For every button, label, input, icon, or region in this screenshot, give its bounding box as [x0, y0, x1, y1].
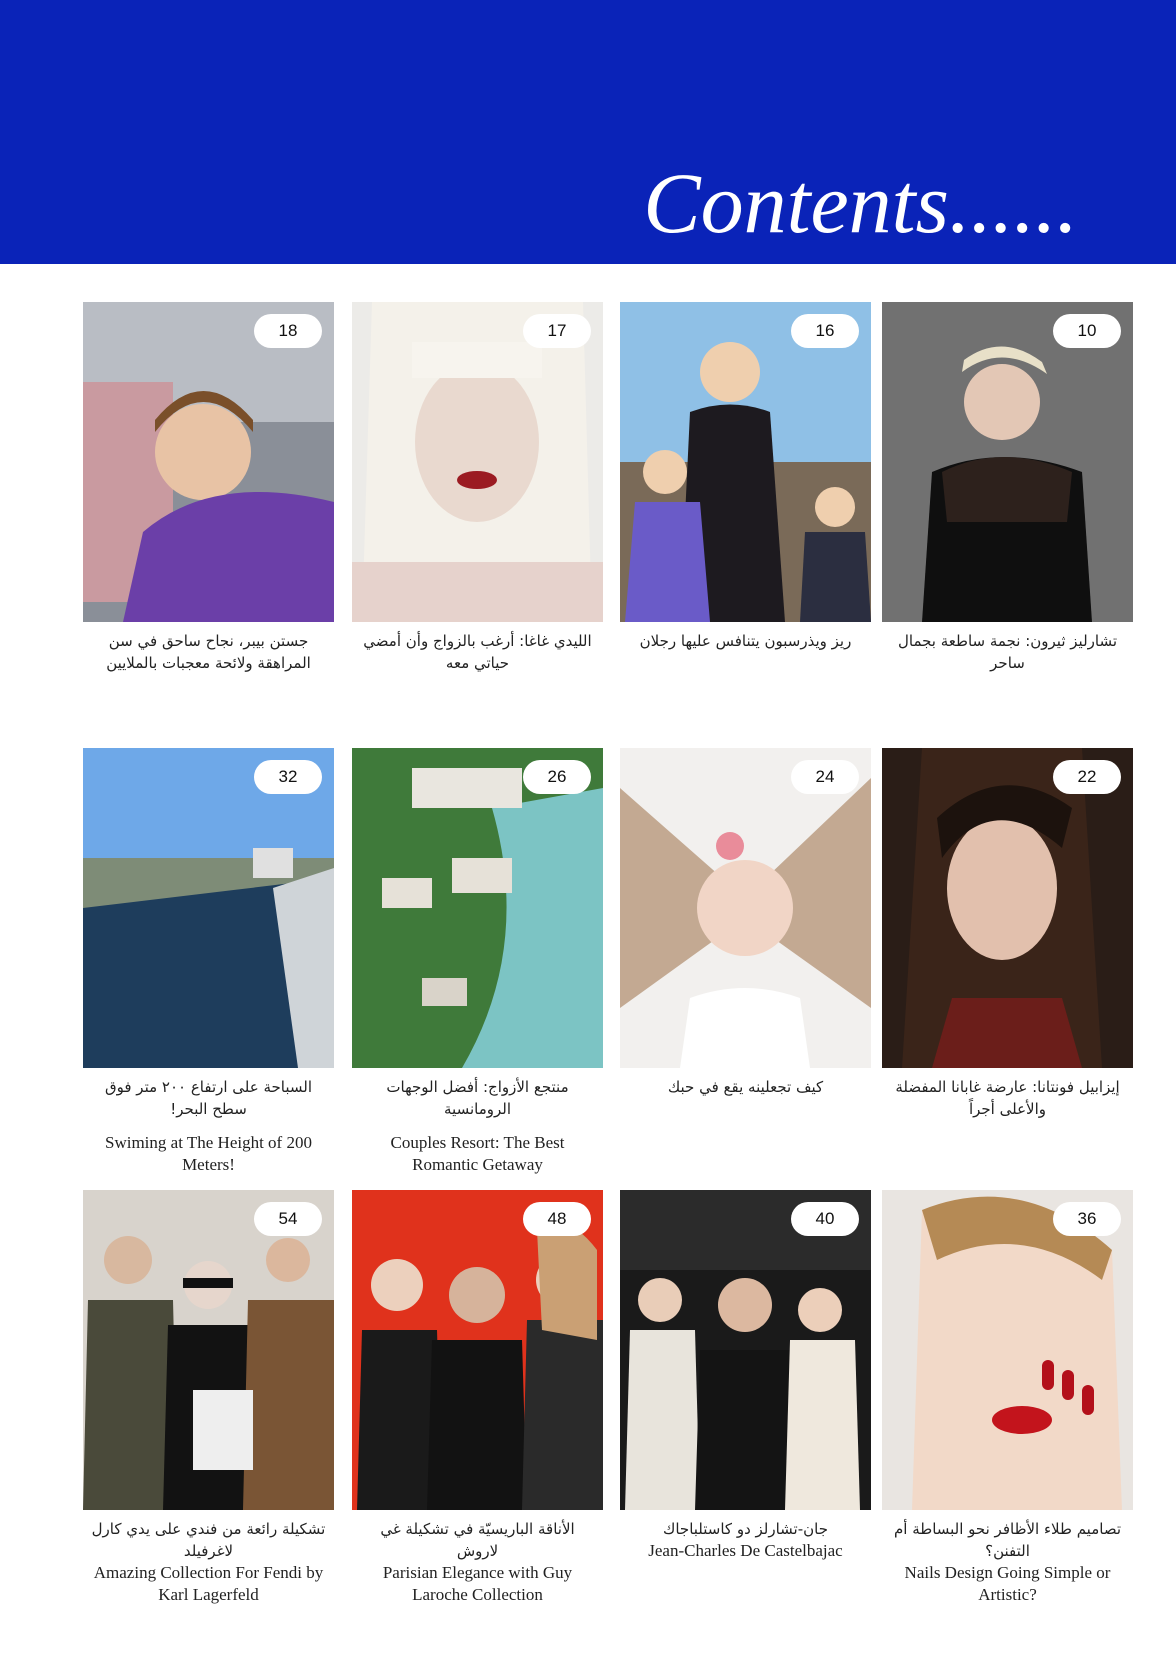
article-title-arabic: إيزابيل فونتانا: عارضة غابانا المفضلة وا…	[895, 1078, 1120, 1118]
page-number-badge: 10	[1053, 314, 1121, 348]
article-photo: 18	[83, 302, 334, 622]
page-number-badge: 36	[1053, 1202, 1121, 1236]
article-title-english: Jean-Charles De Castelbajac	[648, 1541, 843, 1560]
article-card[interactable]: 18 جستن بيبر، نجاح ساحق في سن المراهقة و…	[83, 302, 334, 674]
article-photo: 17	[352, 302, 603, 622]
article-title-arabic: جان-تشارلز دو كاستلباجاك	[662, 1520, 829, 1538]
article-title-english: Couples Resort: The Best Romantic Getawa…	[390, 1133, 565, 1174]
article-title-arabic: السباحة على ارتفاع ٢٠٠ متر فوق سطح البحر…	[104, 1078, 313, 1118]
page-number-badge: 22	[1053, 760, 1121, 794]
article-title-arabic: ريز ويذرسبون يتنافس عليها رجلان	[639, 632, 852, 650]
article-card[interactable]: 24 كيف تجعلينه يقع في حبك	[620, 748, 871, 1098]
page-number-badge: 48	[523, 1202, 591, 1236]
article-title-arabic: كيف تجعلينه يقع في حبك	[667, 1078, 824, 1096]
article-card[interactable]: 32 السباحة على ارتفاع ٢٠٠ متر فوق سطح ال…	[83, 748, 334, 1176]
article-photo: 26	[352, 748, 603, 1068]
page-number-badge: 24	[791, 760, 859, 794]
contents-grid: 18 جستن بيبر، نجاح ساحق في سن المراهقة و…	[0, 0, 1176, 1664]
article-card[interactable]: 48 الأناقة الباريسيّة في تشكيلة غي لاروش…	[352, 1190, 603, 1606]
article-title-arabic: تشارليز ثيرون: نجمة ساطعة بجمال ساحر	[897, 632, 1118, 672]
article-photo: 24	[620, 748, 871, 1068]
page-number-badge: 40	[791, 1202, 859, 1236]
article-photo: 54	[83, 1190, 334, 1510]
article-card[interactable]: 40 جان-تشارلز دو كاستلباجاك Jean-Charles…	[620, 1190, 871, 1562]
page-number-badge: 18	[254, 314, 322, 348]
page-number-badge: 32	[254, 760, 322, 794]
page-number-badge: 54	[254, 1202, 322, 1236]
article-title-arabic: الليدي غاغا: أرغب بالزواج وأن أمضي حياتي…	[363, 632, 592, 672]
article-card[interactable]: 36 تصاميم طلاء الأظافر نحو البساطة أم ال…	[882, 1190, 1133, 1606]
article-card[interactable]: 10 تشارليز ثيرون: نجمة ساطعة بجمال ساحر	[882, 302, 1133, 674]
article-photo: 36	[882, 1190, 1133, 1510]
article-title-english: Swiming at The Height of 200 Meters!	[105, 1133, 312, 1174]
article-photo: 40	[620, 1190, 871, 1510]
article-card[interactable]: 17 الليدي غاغا: أرغب بالزواج وأن أمضي حي…	[352, 302, 603, 674]
article-photo: 22	[882, 748, 1133, 1068]
page-number-badge: 26	[523, 760, 591, 794]
article-card[interactable]: 22 إيزابيل فونتانا: عارضة غابانا المفضلة…	[882, 748, 1133, 1120]
article-title-arabic: جستن بيبر، نجاح ساحق في سن المراهقة ولائ…	[106, 632, 311, 672]
article-card[interactable]: 26 منتجع الأزواج: أفضل الوجهات الرومانسي…	[352, 748, 603, 1176]
article-title-english: Nails Design Going Simple or Artistic?	[904, 1563, 1111, 1604]
article-title-arabic: منتجع الأزواج: أفضل الوجهات الرومانسية	[386, 1078, 569, 1118]
page-number-badge: 16	[791, 314, 859, 348]
article-photo: 16	[620, 302, 871, 622]
article-photo: 48	[352, 1190, 603, 1510]
article-title-arabic: الأناقة الباريسيّة في تشكيلة غي لاروش	[380, 1520, 575, 1560]
article-photo: 10	[882, 302, 1133, 622]
article-card[interactable]: 54 تشكيلة رائعة من فندي على يدي كارل لاغ…	[83, 1190, 334, 1606]
article-title-english: Parisian Elegance with Guy Laroche Colle…	[382, 1563, 573, 1604]
article-photo: 32	[83, 748, 334, 1068]
article-card[interactable]: 16 ريز ويذرسبون يتنافس عليها رجلان	[620, 302, 871, 652]
article-title-arabic: تشكيلة رائعة من فندي على يدي كارل لاغرفي…	[91, 1520, 326, 1560]
article-title-arabic: تصاميم طلاء الأظافر نحو البساطة أم التفن…	[893, 1520, 1121, 1560]
article-title-english: Amazing Collection For Fendi by Karl Lag…	[93, 1563, 324, 1604]
page-number-badge: 17	[523, 314, 591, 348]
